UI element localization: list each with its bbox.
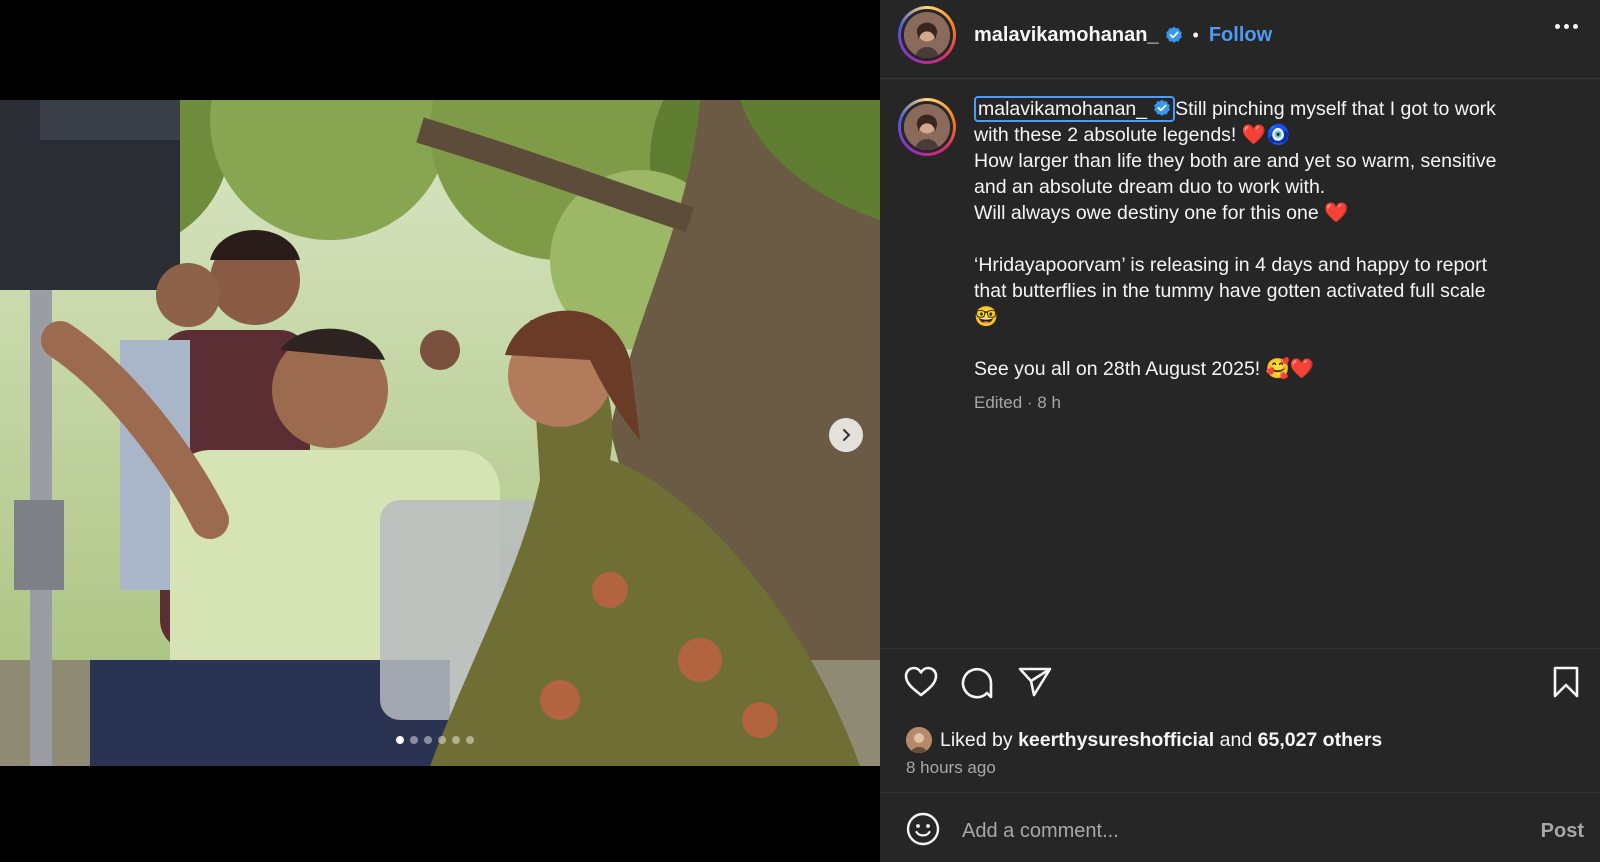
next-slide-button[interactable] <box>829 418 863 452</box>
carousel-indicator <box>396 736 474 744</box>
carousel-dot <box>424 736 432 744</box>
comment-input[interactable] <box>962 819 1522 843</box>
caption-line <box>974 330 1552 356</box>
caption-line: with these 2 absolute legends! ❤️🧿 <box>974 124 1291 146</box>
emoji-icon[interactable] <box>906 812 940 851</box>
post-media <box>0 0 880 862</box>
carousel-dot <box>410 736 418 744</box>
caption-line: malavikamohanan_ Still pinching myself th… <box>974 96 1552 122</box>
caption-line: See you all on 28th August 2025! 🥰❤️ <box>974 358 1315 380</box>
avatar[interactable] <box>898 6 956 64</box>
avatar[interactable] <box>898 98 956 156</box>
liked-by-and: and <box>1219 728 1253 751</box>
comment-icon[interactable] <box>960 666 994 705</box>
caption-username[interactable]: malavikamohanan_ <box>978 98 1147 120</box>
caption-username-link[interactable]: malavikamohanan_ <box>974 96 1176 122</box>
post-header: malavikamohanan_ • Follow <box>880 0 1600 70</box>
bookmark-icon[interactable] <box>1552 666 1580 703</box>
heart-icon[interactable] <box>904 666 938 703</box>
post-photo[interactable] <box>0 100 880 766</box>
post-comment-button[interactable]: Post <box>1541 820 1584 843</box>
profile-photo <box>904 12 950 58</box>
caption-line: ‘Hridayapoorvam’ is releasing in 4 days … <box>974 254 1488 276</box>
caption: malavikamohanan_ Still pinching myself th… <box>898 96 1588 416</box>
carousel-dot <box>438 736 446 744</box>
caption-line <box>974 226 1552 252</box>
carousel-dot <box>466 736 474 744</box>
caption-line: Will always owe destiny one for this one… <box>974 202 1349 224</box>
comment-divider <box>880 792 1600 793</box>
carousel-dot <box>452 736 460 744</box>
comment-composer: Post <box>880 800 1600 862</box>
caption-line: How larger than life they both are and y… <box>974 150 1497 172</box>
share-icon[interactable] <box>1018 666 1052 703</box>
verified-badge-icon <box>1153 99 1171 117</box>
action-bar <box>904 666 1584 700</box>
caption-line-text: Still pinching myself that I got to work <box>1175 98 1496 120</box>
caption-line: 🤓 <box>974 306 999 328</box>
verified-badge-icon <box>1165 26 1183 44</box>
post-details-panel: malavikamohanan_ • Follow malavikamohana… <box>880 0 1600 862</box>
header-divider <box>880 78 1600 79</box>
caption-line: and an absolute dream duo to work with. <box>974 176 1326 198</box>
caption-line: that butterflies in the tummy have gotte… <box>974 280 1486 302</box>
film-set-photo <box>0 100 880 766</box>
liker-username-link[interactable]: keerthysureshofficial <box>1018 729 1214 752</box>
actions-divider <box>880 648 1600 649</box>
carousel-dot <box>396 736 404 744</box>
chevron-right-icon <box>843 429 851 441</box>
post-time[interactable]: 8 hours ago <box>906 758 996 778</box>
caption-text: malavikamohanan_ Still pinching myself th… <box>974 96 1552 416</box>
likes-count-link[interactable]: 65,027 others <box>1258 729 1383 752</box>
liker-avatar[interactable] <box>906 727 932 753</box>
edited-timestamp: Edited · 8 h <box>974 393 1061 412</box>
profile-photo <box>904 104 950 150</box>
follow-button[interactable]: Follow <box>1209 24 1272 47</box>
username-link[interactable]: malavikamohanan_ <box>974 24 1159 47</box>
separator-dot: • <box>1192 24 1199 45</box>
liked-by-label: Liked by <box>940 728 1013 751</box>
more-options-icon[interactable] <box>1555 24 1578 29</box>
likes-summary: Liked by keerthysureshofficial and 65,02… <box>906 727 1382 753</box>
